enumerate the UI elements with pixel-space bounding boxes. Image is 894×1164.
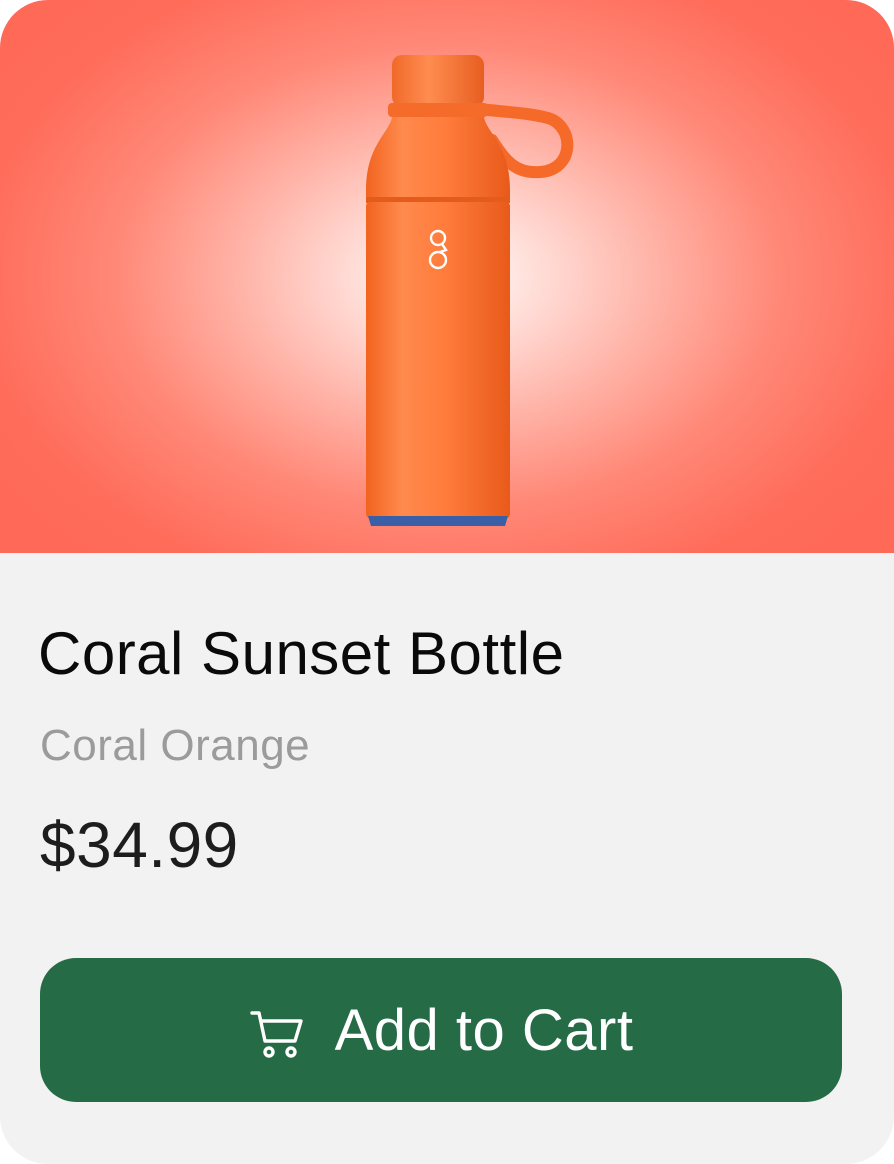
add-to-cart-label: Add to Cart	[334, 997, 634, 1063]
product-image-area	[0, 0, 894, 553]
add-to-cart-button[interactable]: Add to Cart	[40, 958, 842, 1102]
product-title: Coral Sunset Bottle	[38, 620, 565, 687]
product-card: Coral Sunset Bottle Coral Orange $34.99 …	[0, 0, 894, 1164]
product-variant: Coral Orange	[40, 721, 311, 770]
product-image	[366, 55, 574, 526]
cart-icon	[249, 1011, 303, 1058]
product-price: $34.99	[40, 809, 239, 881]
product-info: Coral Sunset Bottle Coral Orange $34.99 …	[0, 553, 894, 1164]
